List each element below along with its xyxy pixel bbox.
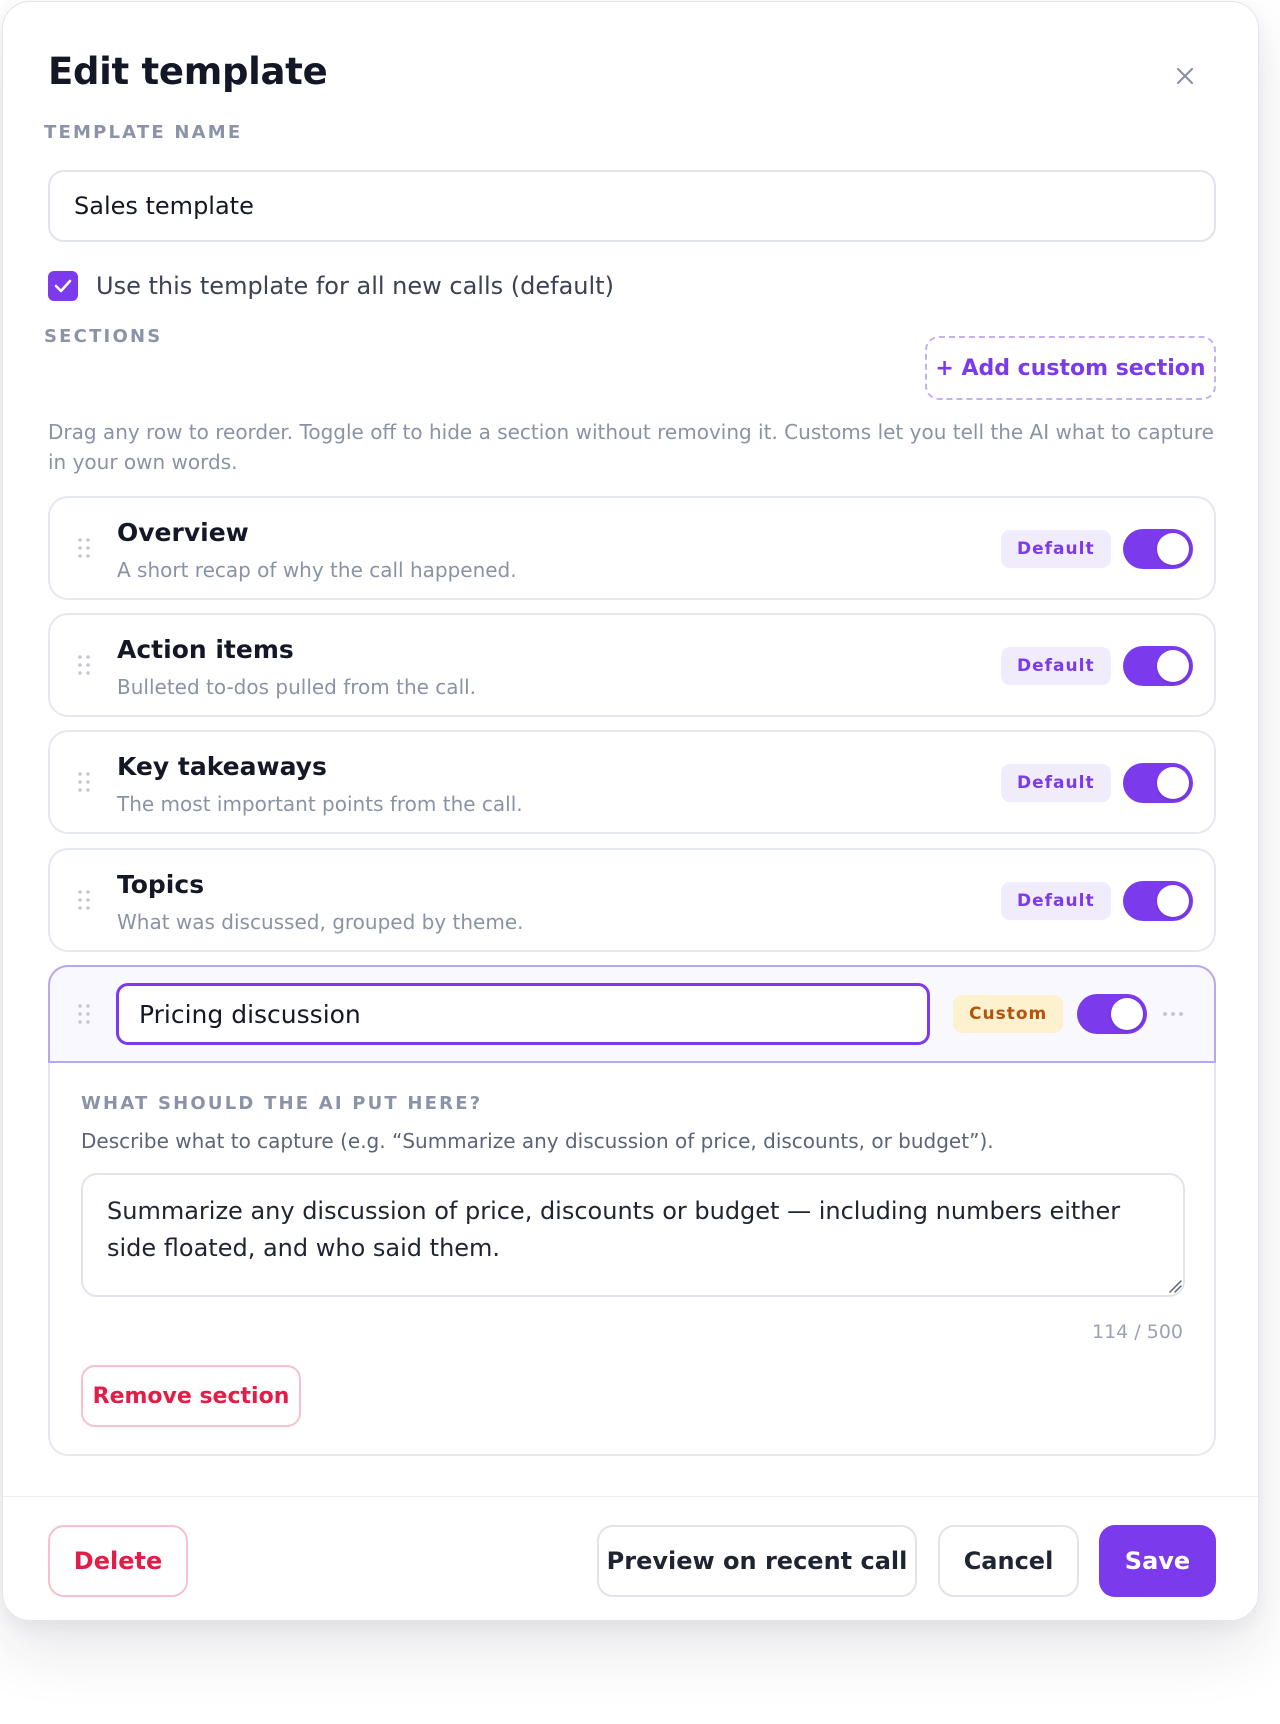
sections-label: SECTIONS bbox=[44, 326, 163, 347]
custom-section-toggle[interactable] bbox=[1077, 994, 1147, 1034]
default-badge: Default bbox=[1001, 647, 1111, 685]
toggle-knob bbox=[1111, 998, 1143, 1030]
ai-prompt-hint: Describe what to capture (e.g. “Summariz… bbox=[81, 1129, 994, 1153]
template-name-label: TEMPLATE NAME bbox=[44, 122, 243, 143]
section-description: Bulleted to-dos pulled from the call. bbox=[117, 675, 477, 699]
section-title: Action items bbox=[117, 635, 294, 664]
custom-section-name-input[interactable] bbox=[116, 983, 930, 1045]
section-row-action-items[interactable]: Action items Bulleted to-dos pulled from… bbox=[48, 613, 1216, 717]
section-toggle[interactable] bbox=[1123, 646, 1193, 686]
section-toggle[interactable] bbox=[1123, 881, 1193, 921]
section-description: The most important points from the call. bbox=[117, 792, 523, 816]
more-horizontal-icon bbox=[1163, 1012, 1183, 1016]
section-toggle[interactable] bbox=[1123, 529, 1193, 569]
custom-section-card: Custom WHAT SHOULD THE AI PUT HERE? Desc… bbox=[48, 965, 1216, 1456]
default-template-option[interactable]: Use this template for all new calls (def… bbox=[48, 271, 614, 301]
close-icon bbox=[1176, 67, 1194, 85]
add-custom-section-button[interactable]: + Add custom section bbox=[925, 336, 1216, 400]
sections-help-text: Drag any row to reorder. Toggle off to h… bbox=[48, 420, 1214, 474]
default-checkbox[interactable] bbox=[48, 271, 78, 301]
section-description: What was discussed, grouped by theme. bbox=[117, 910, 524, 934]
section-row-topics[interactable]: Topics What was discussed, grouped by th… bbox=[48, 848, 1216, 952]
default-badge: Default bbox=[1001, 882, 1111, 920]
character-count: 114 / 500 bbox=[1091, 1321, 1183, 1343]
default-badge: Default bbox=[1001, 764, 1111, 802]
default-badge: Default bbox=[1001, 530, 1111, 568]
toggle-knob bbox=[1157, 885, 1189, 917]
close-button[interactable] bbox=[1163, 54, 1207, 98]
custom-badge: Custom bbox=[953, 995, 1064, 1033]
custom-section-header[interactable]: Custom bbox=[48, 965, 1216, 1063]
section-title: Overview bbox=[117, 518, 249, 547]
drag-handle-icon[interactable] bbox=[76, 537, 92, 559]
section-row-key-takeaways[interactable]: Key takeaways The most important points … bbox=[48, 730, 1216, 834]
more-options-button[interactable] bbox=[1158, 999, 1188, 1029]
section-description: A short recap of why the call happened. bbox=[117, 558, 517, 582]
preview-button[interactable]: Preview on recent call bbox=[597, 1525, 917, 1597]
section-row-overview[interactable]: Overview A short recap of why the call h… bbox=[48, 496, 1216, 600]
section-title: Topics bbox=[117, 870, 205, 899]
drag-handle-icon[interactable] bbox=[76, 771, 92, 793]
section-toggle[interactable] bbox=[1123, 763, 1193, 803]
drag-handle-icon[interactable] bbox=[76, 654, 92, 676]
delete-button[interactable]: Delete bbox=[48, 1525, 188, 1597]
section-title: Key takeaways bbox=[117, 752, 327, 781]
template-name-input[interactable] bbox=[48, 170, 1216, 242]
dialog-title: Edit template bbox=[48, 50, 328, 93]
toggle-knob bbox=[1157, 533, 1189, 565]
toggle-knob bbox=[1157, 650, 1189, 682]
save-button[interactable]: Save bbox=[1099, 1525, 1216, 1597]
footer-divider bbox=[3, 1496, 1258, 1497]
resize-handle-icon[interactable] bbox=[1168, 1279, 1182, 1293]
ai-prompt-textarea[interactable]: Summarize any discussion of price, disco… bbox=[81, 1173, 1185, 1297]
ai-prompt-label: WHAT SHOULD THE AI PUT HERE? bbox=[81, 1093, 483, 1114]
cancel-button[interactable]: Cancel bbox=[938, 1525, 1079, 1597]
default-checkbox-label: Use this template for all new calls (def… bbox=[96, 272, 614, 300]
edit-template-dialog: Edit template TEMPLATE NAME Use this tem… bbox=[2, 1, 1259, 1621]
toggle-knob bbox=[1157, 767, 1189, 799]
checkmark-icon bbox=[54, 279, 72, 293]
drag-handle-icon[interactable] bbox=[76, 889, 92, 911]
remove-section-button[interactable]: Remove section bbox=[81, 1365, 301, 1427]
drag-handle-icon[interactable] bbox=[76, 1003, 92, 1025]
